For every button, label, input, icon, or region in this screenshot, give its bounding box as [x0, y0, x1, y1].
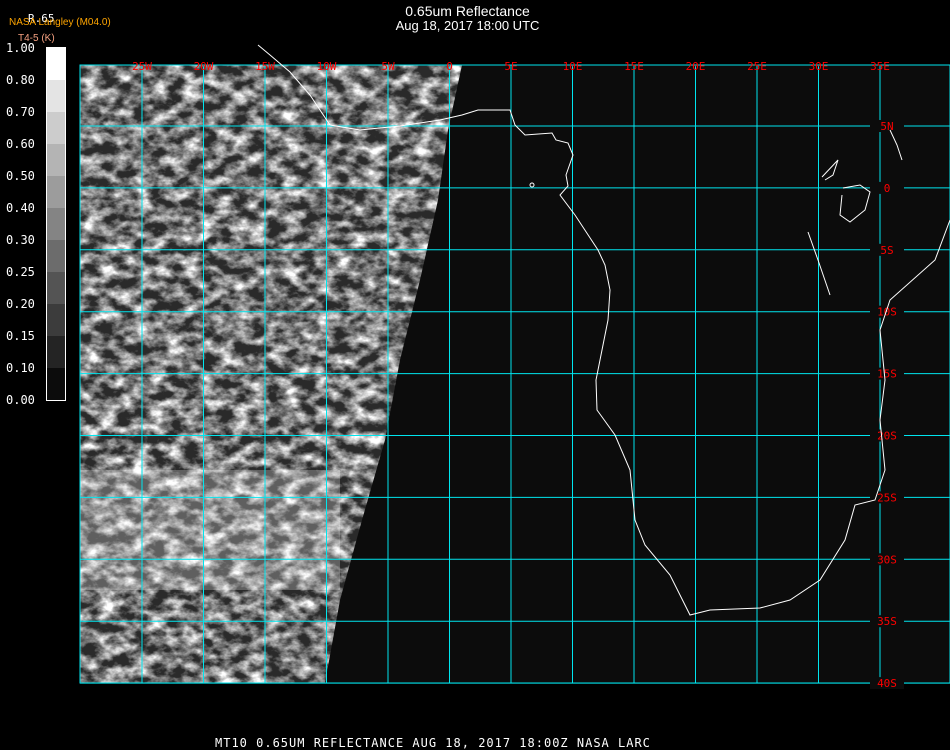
longitude-label: 35E: [870, 60, 890, 73]
footer-caption: MT10 0.65UM REFLECTANCE AUG 18, 2017 18:…: [215, 736, 651, 750]
satellite-map: 25W 20W 15W 10W 5W 0 5E 10E 15E 20E 25E 30E 35E 5N 0 5S…: [79, 44, 950, 690]
longitude-label: 25E: [747, 60, 767, 73]
longitude-label: 10E: [563, 60, 583, 73]
latitude-label: 40S: [877, 677, 897, 690]
longitude-label: 15W: [255, 60, 275, 73]
longitude-label: 20E: [686, 60, 706, 73]
longitude-label: 15E: [624, 60, 644, 73]
latitude-label: 35S: [877, 615, 897, 628]
latitude-label: 0: [884, 182, 891, 195]
longitude-label: 20W: [194, 60, 214, 73]
longitude-label: 5W: [381, 60, 395, 73]
longitude-label: 5E: [504, 60, 517, 73]
latitude-label: 5S: [880, 244, 893, 257]
latitude-label: 5N: [880, 120, 893, 133]
latitude-label: 25S: [877, 491, 897, 504]
latitude-label: 15S: [877, 368, 897, 381]
longitude-label: 0: [446, 60, 453, 73]
longitude-label: 25W: [132, 60, 152, 73]
longitude-label: 10W: [317, 60, 337, 73]
latitude-label: 20S: [877, 430, 897, 443]
latitude-label: 30S: [877, 553, 897, 566]
longitude-label: 30E: [809, 60, 829, 73]
